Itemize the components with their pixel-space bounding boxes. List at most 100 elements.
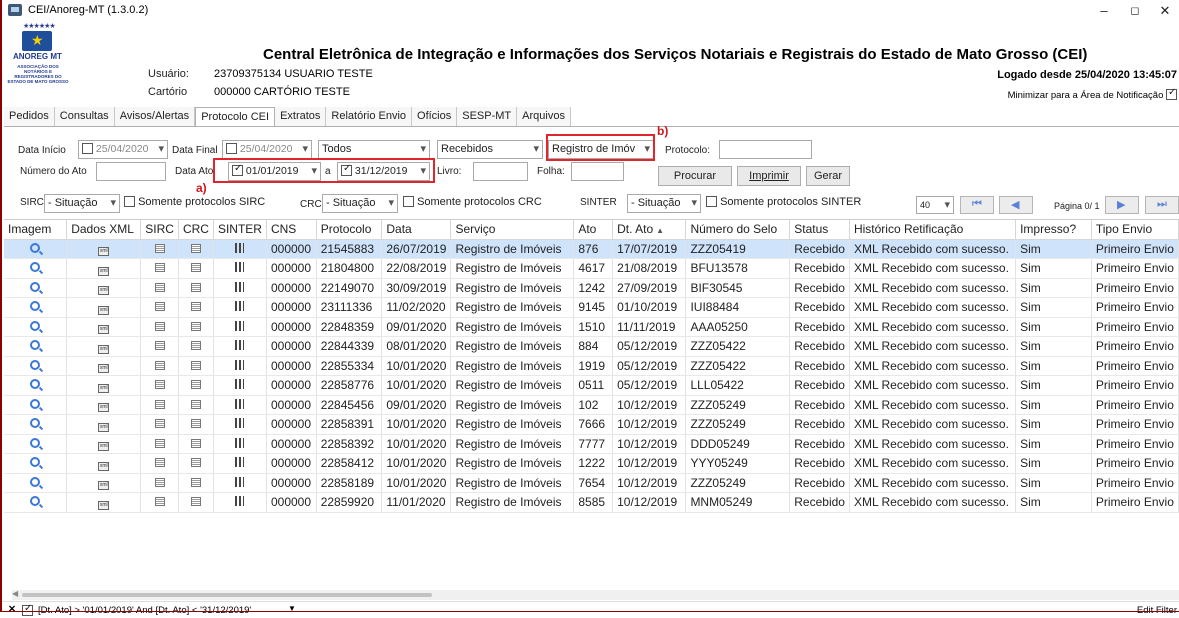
col-cns[interactable]: CNS bbox=[266, 220, 317, 240]
cell-crc-doc[interactable] bbox=[178, 395, 214, 415]
scrollbar-thumb[interactable] bbox=[22, 593, 432, 597]
cell-image-preview[interactable] bbox=[4, 336, 68, 357]
end-date-picker[interactable]: 25/04/2020 bbox=[222, 140, 312, 159]
clear-filter-icon[interactable]: ✕ bbox=[8, 604, 16, 615]
cell-sirc-doc[interactable] bbox=[140, 258, 179, 279]
tab-consultas[interactable]: Consultas bbox=[54, 107, 115, 126]
col-sirc[interactable]: SIRC bbox=[140, 220, 179, 240]
cell-xml-data[interactable]: xml bbox=[66, 317, 142, 337]
todos-select[interactable]: Todos bbox=[318, 140, 430, 159]
cell-sirc-doc[interactable] bbox=[140, 317, 179, 337]
cell-sirc-doc[interactable] bbox=[140, 356, 179, 376]
cell-crc-doc[interactable] bbox=[178, 317, 214, 337]
cell-crc-doc[interactable] bbox=[178, 356, 214, 376]
cell-sirc-doc[interactable] bbox=[140, 434, 179, 454]
cell-image-preview[interactable] bbox=[4, 375, 68, 396]
cell-crc-doc[interactable] bbox=[178, 434, 214, 454]
cell-image-preview[interactable] bbox=[4, 356, 68, 376]
col-numero-selo[interactable]: Número do Selo bbox=[685, 220, 791, 240]
table-row[interactable]: xml 000000 21545883 26/07/2019 Registro de I… bbox=[4, 239, 1179, 259]
col-tipo-envio[interactable]: Tipo Envio bbox=[1091, 220, 1179, 240]
table-row[interactable]: xml 000000 22848359 09/01/2020 Registro de I… bbox=[4, 317, 1179, 337]
table-row[interactable]: xml 000000 22858392 10/01/2020 Registro de I… bbox=[4, 434, 1179, 454]
tab-extratos[interactable]: Extratos bbox=[275, 107, 327, 126]
last-page-button[interactable]: ⏭ bbox=[1145, 196, 1179, 214]
cell-image-preview[interactable] bbox=[4, 473, 68, 493]
cell-xml-data[interactable]: xml bbox=[66, 492, 142, 513]
cell-sinter-status[interactable] bbox=[213, 473, 267, 493]
crc-status-select[interactable]: - Situação bbox=[322, 194, 398, 213]
col-historico[interactable]: Histórico Retificação bbox=[849, 220, 1017, 240]
cell-sirc-doc[interactable] bbox=[140, 453, 179, 474]
gerar-button[interactable]: Gerar bbox=[806, 166, 850, 186]
tab-protocolo-cei[interactable]: Protocolo CEI bbox=[195, 107, 276, 126]
col-status[interactable]: Status bbox=[789, 220, 850, 240]
tab-relatorio-envio[interactable]: Relatório Envio bbox=[326, 107, 413, 126]
cell-crc-doc[interactable] bbox=[178, 453, 214, 474]
cell-crc-doc[interactable] bbox=[178, 414, 214, 435]
cell-crc-doc[interactable] bbox=[178, 258, 214, 279]
first-page-button[interactable]: ⏮ bbox=[960, 196, 994, 214]
cell-image-preview[interactable] bbox=[4, 395, 68, 415]
table-row[interactable]: xml 000000 22858189 10/01/2020 Registro de I… bbox=[4, 473, 1179, 493]
cell-sinter-status[interactable] bbox=[213, 317, 267, 337]
cell-xml-data[interactable]: xml bbox=[66, 453, 142, 474]
cell-sirc-doc[interactable] bbox=[140, 278, 179, 298]
cell-image-preview[interactable] bbox=[4, 317, 68, 337]
minimize-tray-checkbox[interactable] bbox=[1166, 87, 1177, 100]
sinter-status-select[interactable]: - Situação bbox=[627, 194, 701, 213]
start-date-checkbox[interactable] bbox=[82, 143, 93, 154]
next-page-button[interactable]: ▶ bbox=[1105, 196, 1139, 214]
minimize-tray-option[interactable]: Minimizar para a Área de Notificação bbox=[1008, 87, 1177, 101]
livro-input[interactable] bbox=[473, 162, 528, 181]
cell-xml-data[interactable]: xml bbox=[66, 239, 142, 259]
cell-sinter-status[interactable] bbox=[213, 375, 267, 396]
crc-only-option[interactable]: Somente protocolos CRC bbox=[403, 196, 542, 208]
table-row[interactable]: xml 000000 22149070 30/09/2019 Registro de I… bbox=[4, 278, 1179, 298]
cell-image-preview[interactable] bbox=[4, 453, 68, 474]
cell-crc-doc[interactable] bbox=[178, 278, 214, 298]
page-size-select[interactable]: 40 bbox=[916, 196, 954, 214]
cell-sirc-doc[interactable] bbox=[140, 492, 179, 513]
cell-crc-doc[interactable] bbox=[178, 492, 214, 513]
cell-xml-data[interactable]: xml bbox=[66, 414, 142, 435]
cell-sinter-status[interactable] bbox=[213, 336, 267, 357]
cell-xml-data[interactable]: xml bbox=[66, 336, 142, 357]
recebidos-select[interactable]: Recebidos bbox=[437, 140, 543, 159]
col-protocolo[interactable]: Protocolo bbox=[316, 220, 383, 240]
cell-sinter-status[interactable] bbox=[213, 395, 267, 415]
cell-sinter-status[interactable] bbox=[213, 434, 267, 454]
cell-sinter-status[interactable] bbox=[213, 414, 267, 435]
table-row[interactable]: xml 000000 22845456 09/01/2020 Registro de I… bbox=[4, 395, 1179, 415]
cell-sirc-doc[interactable] bbox=[140, 239, 179, 259]
col-impresso[interactable]: Impresso? bbox=[1015, 220, 1092, 240]
table-row[interactable]: xml 000000 22858412 10/01/2020 Registro de I… bbox=[4, 453, 1179, 474]
cell-xml-data[interactable]: xml bbox=[66, 297, 142, 318]
cell-xml-data[interactable]: xml bbox=[66, 395, 142, 415]
cell-sirc-doc[interactable] bbox=[140, 414, 179, 435]
procurar-button[interactable]: Procurar bbox=[658, 166, 732, 186]
table-row[interactable]: xml 000000 22855334 10/01/2020 Registro de I… bbox=[4, 356, 1179, 376]
end-date-checkbox[interactable] bbox=[226, 143, 237, 154]
tab-avisos-alertas[interactable]: Avisos/Alertas bbox=[114, 107, 196, 126]
cell-xml-data[interactable]: xml bbox=[66, 278, 142, 298]
scroll-left-icon[interactable]: ◀ bbox=[12, 589, 18, 598]
close-button[interactable]: ✕ bbox=[1150, 1, 1179, 21]
imprimir-button[interactable]: Imprimir bbox=[737, 166, 801, 186]
cell-sinter-status[interactable] bbox=[213, 492, 267, 513]
cell-crc-doc[interactable] bbox=[178, 336, 214, 357]
horizontal-scrollbar[interactable]: ◀ bbox=[12, 589, 1179, 600]
col-servico[interactable]: Serviço bbox=[450, 220, 575, 240]
col-dt-ato[interactable]: Dt. Ato ▲ bbox=[612, 220, 687, 240]
cell-image-preview[interactable] bbox=[4, 414, 68, 435]
sinter-only-checkbox[interactable] bbox=[706, 196, 717, 207]
table-row[interactable]: xml 000000 21804800 22/08/2019 Registro de I… bbox=[4, 258, 1179, 279]
tab-pedidos[interactable]: Pedidos bbox=[4, 107, 55, 126]
cell-sirc-doc[interactable] bbox=[140, 336, 179, 357]
table-row[interactable]: xml 000000 22858776 10/01/2020 Registro de I… bbox=[4, 375, 1179, 396]
table-row[interactable]: xml 000000 22858391 10/01/2020 Registro de I… bbox=[4, 414, 1179, 435]
col-sinter[interactable]: SINTER bbox=[213, 220, 267, 240]
cell-sirc-doc[interactable] bbox=[140, 473, 179, 493]
cell-crc-doc[interactable] bbox=[178, 375, 214, 396]
sirc-only-option[interactable]: Somente protocolos SIRC bbox=[124, 196, 265, 208]
